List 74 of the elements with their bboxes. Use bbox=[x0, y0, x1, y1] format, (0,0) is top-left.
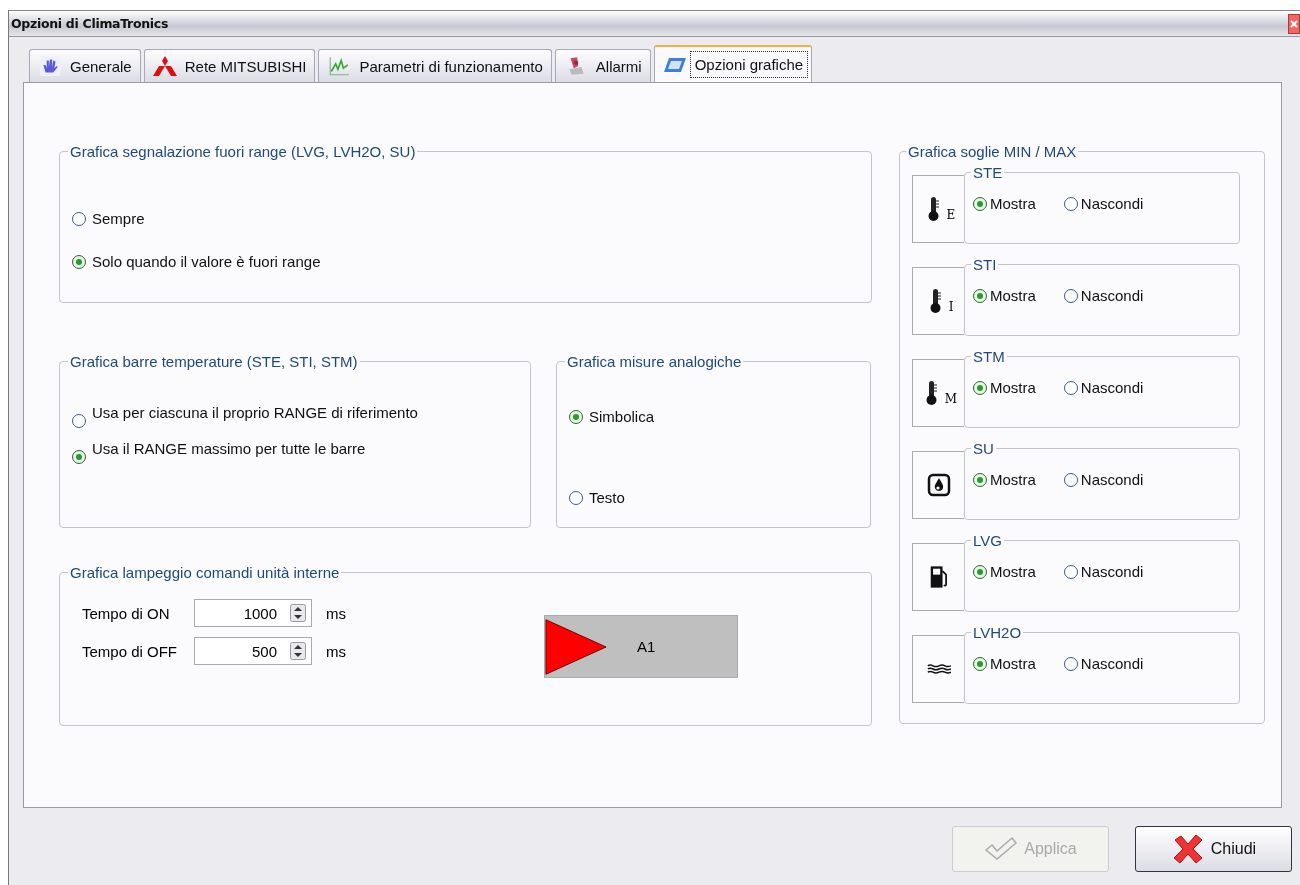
thermometer-letter: I bbox=[948, 300, 954, 314]
radio-label[interactable]: Solo quando il valore è fuori range bbox=[92, 252, 321, 272]
radio-label[interactable]: Mostra bbox=[990, 655, 1036, 674]
radio-label[interactable]: Nascondi bbox=[1080, 563, 1144, 582]
radio-label[interactable]: Mostra bbox=[990, 563, 1036, 582]
radio-button[interactable] bbox=[72, 255, 86, 270]
drop-icon bbox=[926, 472, 951, 498]
check-icon bbox=[984, 836, 1019, 862]
close-button[interactable] bbox=[1288, 13, 1300, 34]
chart-icon bbox=[327, 55, 352, 77]
group-title: STE bbox=[972, 164, 1004, 181]
radio-button[interactable] bbox=[973, 657, 987, 672]
group-title: Grafica misure analogiche bbox=[566, 353, 743, 370]
radio-label[interactable]: Simbolica bbox=[589, 408, 655, 427]
group-title: STI bbox=[972, 256, 998, 273]
tab[interactable]: Parametri di funzionamento bbox=[318, 49, 552, 82]
radio-label[interactable]: Usa il RANGE massimo per tutte le barre bbox=[92, 440, 366, 459]
group-title: SU bbox=[972, 440, 995, 457]
group-title: Grafica barre temperature (STE, STI, STM) bbox=[69, 353, 359, 370]
radio-button[interactable] bbox=[973, 289, 987, 304]
radio-label[interactable]: Nascondi bbox=[1080, 379, 1144, 398]
radio-button[interactable] bbox=[569, 491, 583, 506]
radio-button[interactable] bbox=[1063, 657, 1078, 672]
hand-icon bbox=[38, 55, 62, 77]
radio-label[interactable]: Mostra bbox=[990, 287, 1036, 306]
radio-label[interactable]: Testo bbox=[589, 488, 625, 508]
radio-button[interactable] bbox=[973, 381, 987, 396]
group-title: Grafica lampeggio comandi unità interne bbox=[69, 564, 341, 581]
radio-label[interactable]: Nascondi bbox=[1080, 287, 1144, 306]
radio-label[interactable]: Mostra bbox=[990, 379, 1036, 398]
close-dialog-button[interactable]: Chiudi bbox=[1135, 826, 1292, 872]
radio-label[interactable]: Usa per ciascuna il proprio RANGE di riferimento bbox=[92, 404, 418, 423]
number-field[interactable]: 1000 bbox=[194, 599, 312, 627]
radio-button[interactable] bbox=[72, 414, 86, 428]
tab[interactable]: Opzioni grafiche bbox=[653, 45, 813, 82]
spin-button[interactable] bbox=[290, 642, 306, 660]
unit-label: ms bbox=[326, 604, 346, 622]
tab[interactable]: Rete MITSUBISHI bbox=[143, 49, 316, 82]
field-label: Tempo di OFF bbox=[82, 642, 179, 660]
radio-button[interactable] bbox=[1063, 197, 1078, 212]
radio-label[interactable]: Nascondi bbox=[1080, 655, 1144, 674]
radio-button[interactable] bbox=[1063, 473, 1078, 488]
radio-button[interactable] bbox=[1063, 381, 1078, 396]
thermometer-letter: E bbox=[946, 208, 956, 222]
number-field[interactable]: 500 bbox=[194, 637, 312, 665]
group-title: STM bbox=[972, 348, 1006, 365]
radio-button[interactable] bbox=[973, 197, 987, 212]
group-title: Grafica segnalazione fuori range (LVG, LVH2O, SU) bbox=[69, 143, 417, 160]
radio-button[interactable] bbox=[569, 410, 583, 425]
radio-label[interactable]: Mostra bbox=[990, 471, 1036, 490]
group-title: LVH2O bbox=[972, 624, 1023, 641]
radio-label[interactable]: Sempre bbox=[92, 210, 145, 229]
unit-label: ms bbox=[326, 642, 346, 660]
close-icon bbox=[1289, 18, 1299, 29]
group-title: Grafica soglie MIN / MAX bbox=[907, 143, 1078, 160]
radio-button[interactable] bbox=[1063, 565, 1078, 580]
preview-label: A1 bbox=[637, 638, 656, 655]
radio-button[interactable] bbox=[72, 212, 86, 227]
radio-button[interactable] bbox=[1063, 289, 1078, 304]
radio-label[interactable]: Nascondi bbox=[1080, 195, 1144, 214]
radio-label[interactable]: Nascondi bbox=[1080, 471, 1144, 490]
radio-label[interactable]: Mostra bbox=[990, 195, 1036, 214]
triangle-icon bbox=[545, 617, 607, 676]
diamonds-icon bbox=[152, 55, 177, 77]
spin-button[interactable] bbox=[290, 604, 306, 622]
group-title: LVG bbox=[972, 532, 1003, 549]
radio-button[interactable] bbox=[973, 473, 987, 488]
thermometer-letter: M bbox=[944, 392, 958, 406]
radio-button[interactable] bbox=[72, 450, 86, 464]
window-title: Opzioni di ClimaTronics bbox=[10, 16, 169, 31]
field-label: Tempo di ON bbox=[82, 604, 171, 622]
radio-button[interactable] bbox=[973, 565, 987, 580]
tab[interactable]: Allarmi bbox=[554, 49, 651, 82]
tab[interactable]: Generale bbox=[29, 49, 141, 82]
